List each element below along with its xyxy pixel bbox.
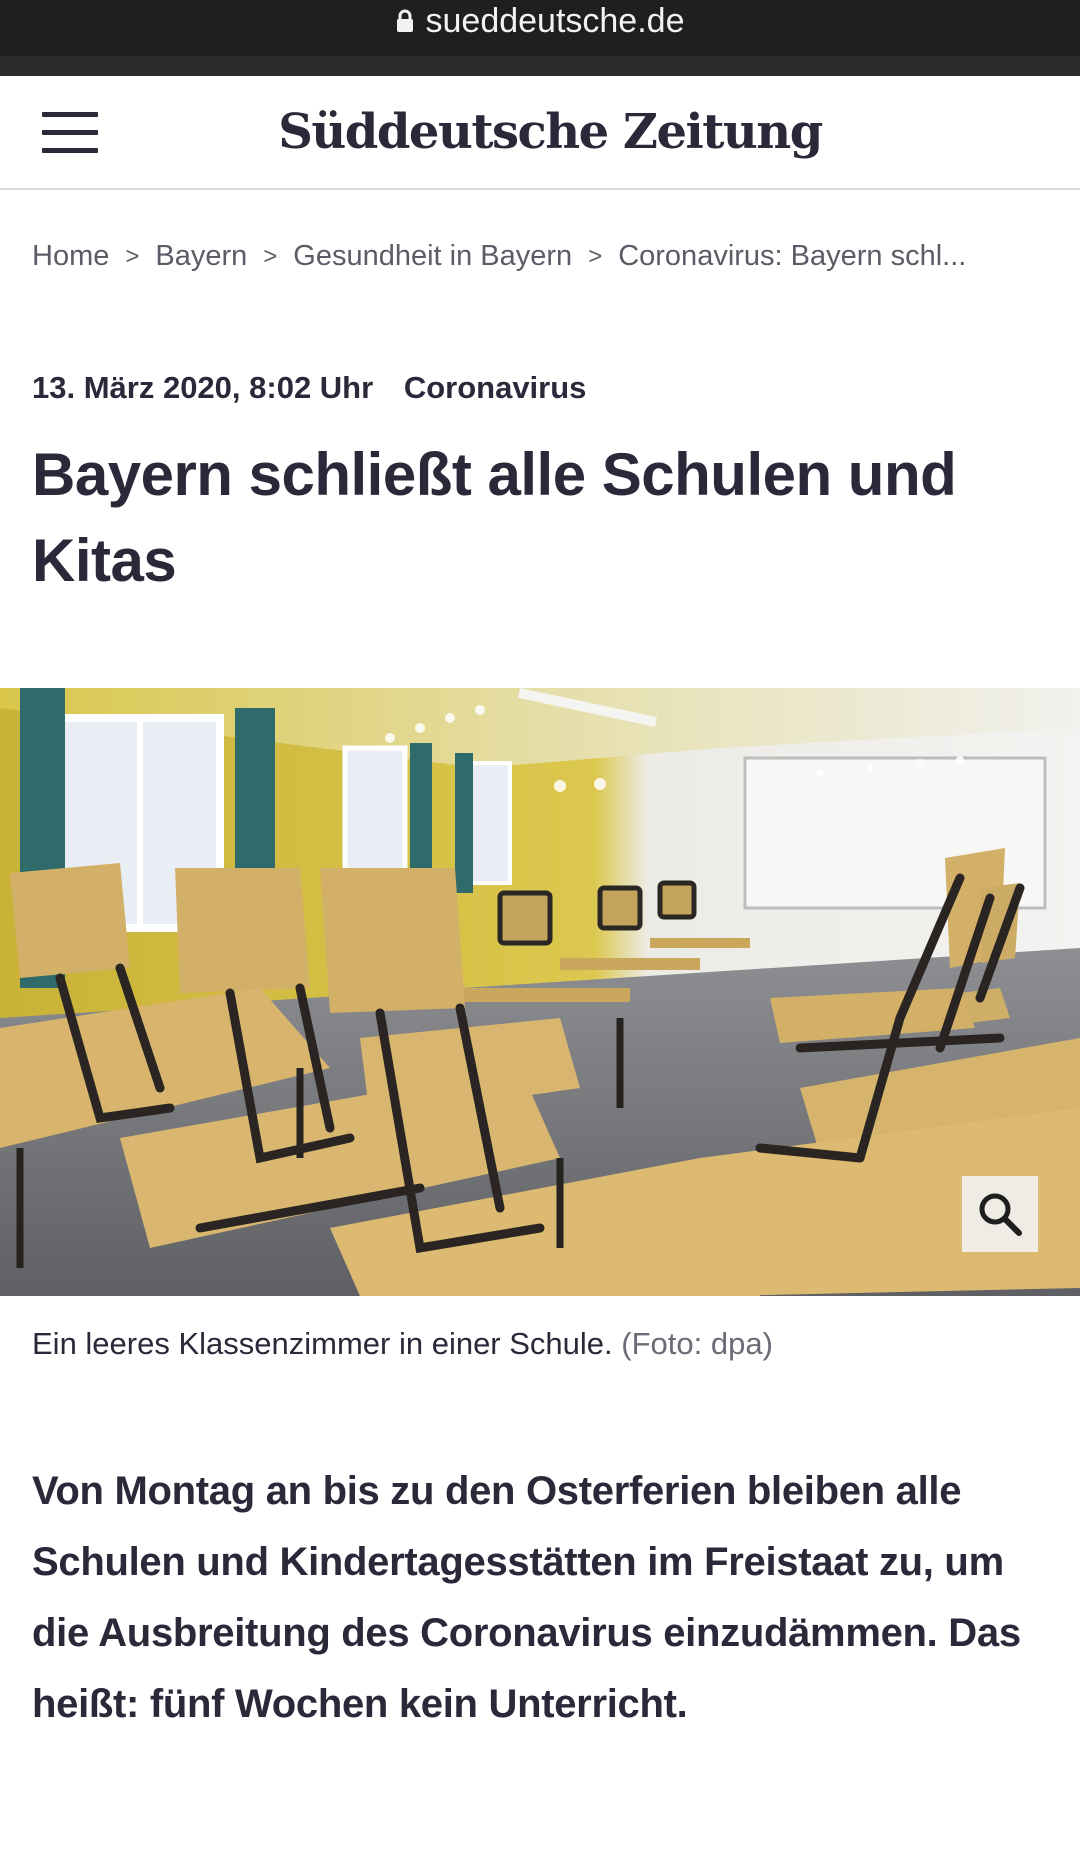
tab-strip [0,56,1080,76]
browser-url-bar[interactable]: sueddeutsche.de [0,0,1080,76]
article-meta: 13. März 2020, 8:02 Uhr Coronavirus [32,370,586,406]
lock-icon [396,9,414,33]
breadcrumb-home[interactable]: Home [32,240,109,273]
breadcrumb-gesundheit[interactable]: Gesundheit in Bayern [293,240,572,273]
article-headline: Bayern schließt alle Schulen und Kitas [32,441,957,594]
url-display[interactable]: sueddeutsche.de [0,0,1080,42]
article-date: 13. März 2020, 8:02 Uhr [32,370,374,405]
article-topic[interactable]: Coronavirus [404,370,587,405]
breadcrumb-current[interactable]: Coronavirus: Bayern schl... [618,240,966,273]
article-lead: Von Montag an bis zu den Osterferien ble… [32,1469,1021,1726]
image-credit: (Foto: dpa) [621,1326,773,1361]
chevron-right-icon: > [263,242,278,270]
breadcrumb: Home > Bayern > Gesundheit in Bayern > C… [32,240,1052,273]
chevron-right-icon: > [588,242,603,270]
chevron-right-icon: > [125,242,140,270]
breadcrumb-bayern[interactable]: Bayern [155,240,247,273]
caption-text: Ein leeres Klassenzimmer in einer Schule… [32,1326,613,1361]
site-logo[interactable]: Süddeutsche Zeitung [0,104,1080,160]
url-text: sueddeutsche.de [425,1,685,40]
magnifier-icon[interactable] [962,1176,1038,1252]
image-caption: Ein leeres Klassenzimmer in einer Schule… [32,1326,773,1362]
article-image[interactable] [0,688,1080,1296]
site-header: Süddeutsche Zeitung [0,76,1080,190]
